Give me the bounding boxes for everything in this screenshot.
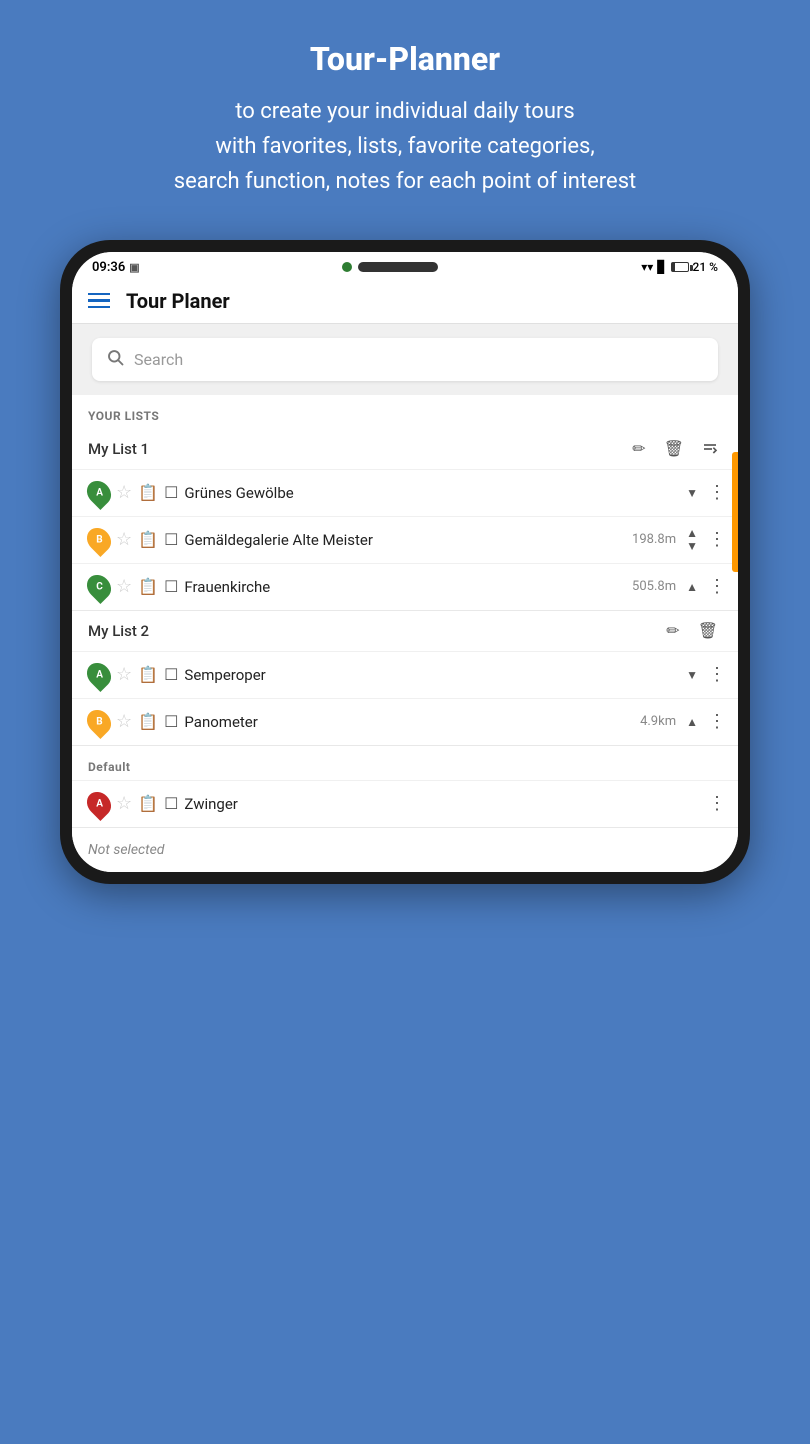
star-button[interactable]: ☆ [116, 576, 132, 597]
status-icon: ▣ [129, 261, 139, 274]
map-pin-yellow-b2: B [82, 705, 116, 739]
checkbox-button[interactable]: ☐ [164, 577, 178, 596]
camera-dot [342, 262, 352, 272]
map-pin-green-c: C [82, 570, 116, 604]
status-notch [342, 262, 438, 272]
app-bar: Tour Planer [72, 279, 738, 324]
list1-name: My List 1 [88, 440, 618, 458]
list-item: A ☆ 📋 ☐ Grünes Gewölbe ▼ ⋮ [72, 469, 738, 516]
search-icon [106, 348, 124, 371]
battery-icon [671, 262, 689, 272]
item-distance: 198.8m [632, 532, 676, 547]
checkbox-button[interactable]: ☐ [164, 794, 178, 813]
checkbox-button[interactable]: ☐ [164, 483, 178, 502]
content-area: YOUR LISTS My List 1 ✏ 🗑 A ☆ 📋 ☐ Grünes … [72, 395, 738, 872]
item-distance: 4.9km [640, 714, 676, 729]
list-item: B ☆ 📋 ☐ Panometer 4.9km ▲ ⋮ [72, 698, 738, 745]
sort-arrows: ▲ ▼ [686, 527, 698, 552]
arrow-up-button[interactable]: ▲ [686, 716, 698, 728]
app-title: Tour Planer [126, 289, 230, 313]
item-menu-button[interactable]: ⋮ [704, 711, 730, 732]
clipboard-button[interactable]: 📋 [138, 794, 158, 813]
list1-edit-button[interactable]: ✏ [628, 437, 649, 461]
item-menu-button[interactable]: ⋮ [704, 576, 730, 597]
item-name: Grünes Gewölbe [184, 484, 670, 502]
signal-icon: ▊ [657, 260, 666, 274]
item-menu-button[interactable]: ⋮ [704, 793, 730, 814]
list2-header-row: My List 2 ✏ 🗑 [72, 611, 738, 651]
star-button[interactable]: ☆ [116, 711, 132, 732]
clipboard-button[interactable]: 📋 [138, 530, 158, 549]
section-default: Default [72, 746, 738, 780]
sort-arrows: ▼ [686, 487, 698, 499]
item-name: Semperoper [184, 666, 670, 684]
list-item: A ☆ 📋 ☐ Semperoper ▼ ⋮ [72, 651, 738, 698]
star-button[interactable]: ☆ [116, 664, 132, 685]
search-placeholder: Search [134, 350, 183, 369]
list1-delete-button[interactable]: 🗑 [660, 437, 688, 461]
list2-edit-button[interactable]: ✏ [662, 619, 683, 643]
arrow-down-button[interactable]: ▼ [686, 487, 698, 499]
star-button[interactable]: ☆ [116, 793, 132, 814]
list2-name: My List 2 [88, 622, 652, 640]
arrow-down-button[interactable]: ▼ [686, 540, 698, 552]
scroll-indicator [732, 452, 738, 572]
arrow-up-button[interactable]: ▲ [686, 527, 698, 539]
item-menu-button[interactable]: ⋮ [704, 529, 730, 550]
item-name: Panometer [184, 713, 634, 731]
status-time: 09:36 ▣ [92, 260, 140, 275]
sort-arrows: ▲ [686, 716, 698, 728]
notch-bar [358, 262, 438, 272]
checkbox-button[interactable]: ☐ [164, 712, 178, 731]
list1-header-row: My List 1 ✏ 🗑 [72, 429, 738, 469]
map-pin-green-a2: A [82, 658, 116, 692]
list2-delete-button[interactable]: 🗑 [694, 619, 722, 643]
phone-screen: 09:36 ▣ ▾▾ ▊ 21 % Tour [72, 252, 738, 872]
item-name: Gemäldegalerie Alte Meister [184, 531, 626, 549]
clipboard-button[interactable]: 📋 [138, 712, 158, 731]
list-item: A ☆ 📋 ☐ Zwinger ⋮ [72, 780, 738, 827]
search-area: Search [72, 324, 738, 395]
star-button[interactable]: ☆ [116, 482, 132, 503]
promo-title: Tour-Planner [30, 40, 780, 78]
list1-sort-button[interactable] [698, 439, 722, 459]
item-name: Frauenkirche [184, 578, 626, 596]
item-name: Zwinger [184, 795, 688, 813]
wifi-icon: ▾▾ [641, 260, 653, 274]
item-distance: 505.8m [632, 579, 676, 594]
status-bar: 09:36 ▣ ▾▾ ▊ 21 % [72, 252, 738, 279]
item-menu-button[interactable]: ⋮ [704, 664, 730, 685]
sort-arrows: ▲ [686, 581, 698, 593]
clipboard-button[interactable]: 📋 [138, 577, 158, 596]
clipboard-button[interactable]: 📋 [138, 665, 158, 684]
checkbox-button[interactable]: ☐ [164, 665, 178, 684]
map-pin-yellow-b: B [82, 523, 116, 557]
arrow-up-button[interactable]: ▲ [686, 581, 698, 593]
checkbox-button[interactable]: ☐ [164, 530, 178, 549]
promo-description: to create your individual daily tours wi… [30, 94, 780, 200]
not-selected-label: Not selected [72, 828, 738, 872]
hamburger-menu-button[interactable] [88, 293, 110, 309]
phone-frame: 09:36 ▣ ▾▾ ▊ 21 % Tour [60, 240, 750, 884]
list-item: C ☆ 📋 ☐ Frauenkirche 505.8m ▲ ⋮ [72, 563, 738, 610]
sort-arrows: ▼ [686, 669, 698, 681]
arrow-down-button[interactable]: ▼ [686, 669, 698, 681]
map-pin-green-a: A [82, 476, 116, 510]
section-your-lists: YOUR LISTS [72, 395, 738, 429]
promo-header: Tour-Planner to create your individual d… [0, 0, 810, 230]
clipboard-button[interactable]: 📋 [138, 483, 158, 502]
status-right: ▾▾ ▊ 21 % [641, 260, 718, 274]
item-menu-button[interactable]: ⋮ [704, 482, 730, 503]
star-button[interactable]: ☆ [116, 529, 132, 550]
map-pin-red-a: A [82, 787, 116, 821]
search-box[interactable]: Search [92, 338, 718, 381]
list-item: B ☆ 📋 ☐ Gemäldegalerie Alte Meister 198.… [72, 516, 738, 563]
